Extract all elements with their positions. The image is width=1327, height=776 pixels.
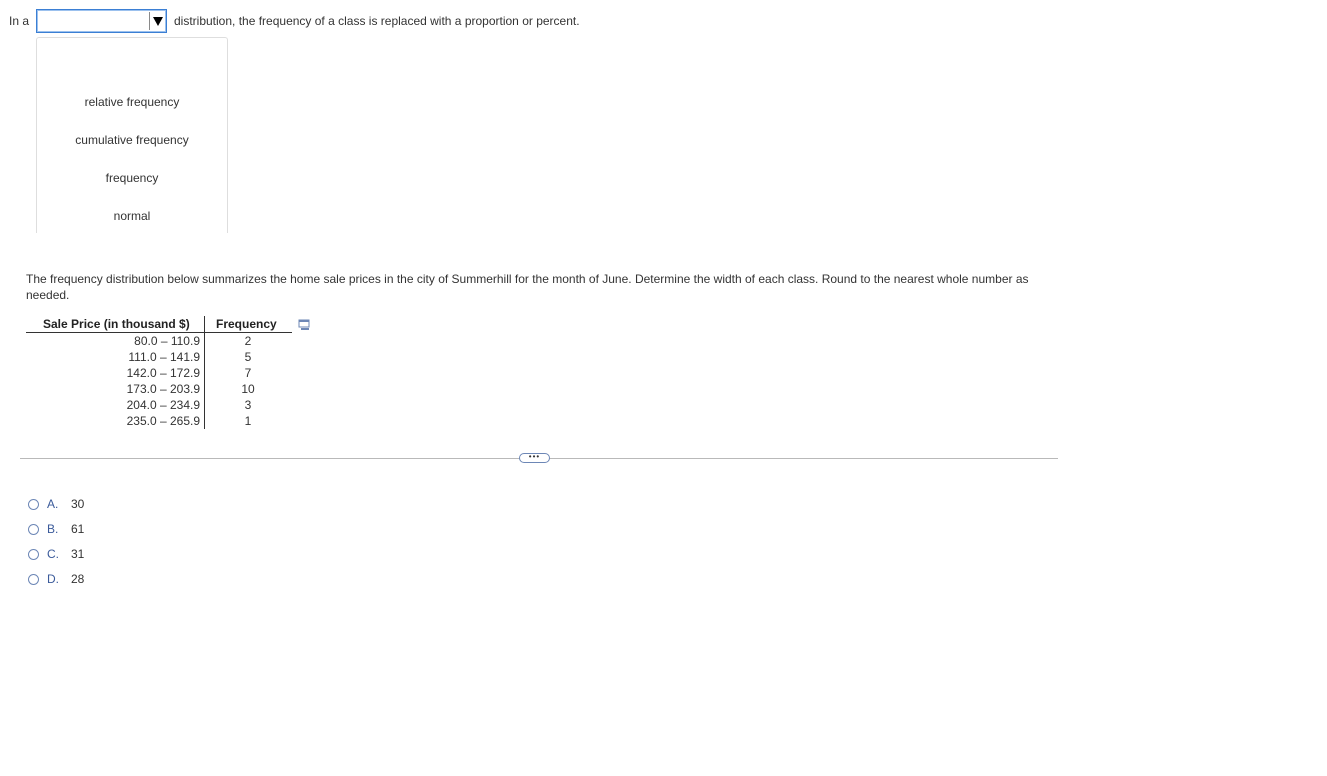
choice-value: 30: [71, 497, 85, 511]
table-row-frequency: 1: [244, 414, 252, 428]
table-row-frequency: 10: [241, 382, 255, 396]
table-row-frequency: 7: [244, 366, 252, 380]
table-row-frequency: 2: [244, 334, 252, 348]
table-row-class: 80.0 – 110.9: [134, 334, 200, 348]
dropdown-option-frequency[interactable]: frequency: [37, 171, 227, 185]
table-header-frequency: Frequency: [216, 317, 277, 331]
table-row-class: 142.0 – 172.9: [126, 366, 200, 380]
dropdown-option-normal[interactable]: normal: [37, 209, 227, 223]
dropdown-option-relative-frequency[interactable]: relative frequency: [37, 95, 227, 109]
question2-text: The frequency distribution below summari…: [26, 272, 1029, 302]
table-header-price: Sale Price (in thousand $): [43, 317, 190, 331]
question1-prefix: In a: [9, 14, 30, 28]
table-header-rule: [26, 332, 292, 333]
dropdown-arrow-icon[interactable]: [149, 12, 165, 30]
choice-letter: C.: [47, 547, 59, 561]
question1-suffix: distribution, the frequency of a class i…: [174, 14, 580, 28]
table-row-frequency: 3: [244, 398, 252, 412]
dropdown-option-cumulative-frequency[interactable]: cumulative frequency: [37, 133, 227, 147]
table-row-class: 235.0 – 265.9: [126, 414, 200, 428]
choice-value: 31: [71, 547, 85, 561]
choice-letter: B.: [47, 522, 59, 536]
answer-dropdown[interactable]: [36, 9, 167, 33]
choice-letter: A.: [47, 497, 59, 511]
table-row-frequency: 5: [244, 350, 252, 364]
dropdown-menu: relative frequency cumulative frequency …: [36, 37, 228, 233]
table-row-class: 173.0 – 203.9: [126, 382, 200, 396]
choice-value: 61: [71, 522, 85, 536]
table-row-class: 204.0 – 234.9: [126, 398, 200, 412]
radio-icon[interactable]: [28, 549, 39, 560]
table-column-divider: [204, 316, 205, 429]
radio-icon[interactable]: [28, 524, 39, 535]
table-row-class: 111.0 – 141.9: [128, 350, 200, 364]
radio-icon[interactable]: [28, 574, 39, 585]
choice-value: 28: [71, 572, 85, 586]
expand-more-button[interactable]: •••: [519, 453, 550, 463]
radio-icon[interactable]: [28, 499, 39, 510]
copy-icon[interactable]: [298, 319, 311, 331]
choice-letter: D.: [47, 572, 59, 586]
